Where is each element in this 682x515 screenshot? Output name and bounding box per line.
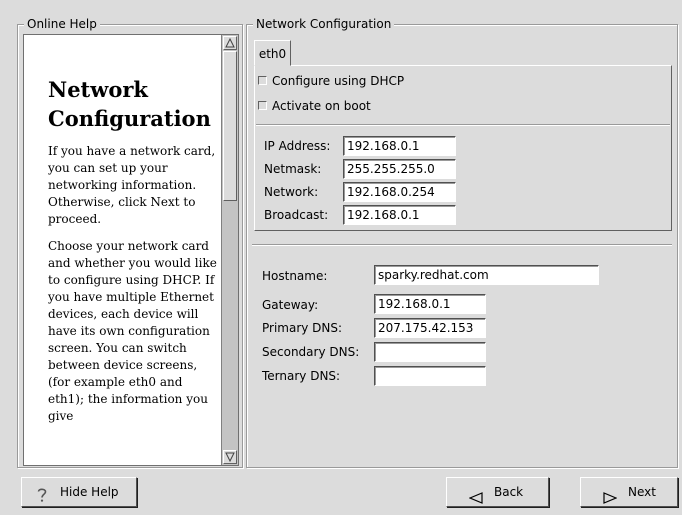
help-paragraph-1: If you have a network card, you can set … (48, 144, 216, 226)
help-scrollbar[interactable] (221, 35, 238, 465)
ip-address-field[interactable] (343, 136, 456, 156)
activate-label: Activate on boot (272, 99, 371, 113)
section-separator (252, 244, 672, 246)
ip-address-label: IP Address: (264, 139, 331, 153)
hostname-label: Hostname: (262, 269, 328, 283)
help-text-pane[interactable]: Network Configuration If you have a netw… (23, 34, 239, 466)
secondary-dns-field[interactable] (374, 342, 486, 362)
network-field[interactable] (343, 182, 456, 202)
primary-dns-field[interactable] (374, 318, 486, 338)
next-label: Next (628, 485, 656, 499)
secondary-dns-label: Secondary DNS: (262, 345, 360, 359)
dhcp-label: Configure using DHCP (272, 74, 405, 88)
scroll-down-arrow-icon[interactable] (223, 450, 237, 464)
network-label: Network: (264, 185, 319, 199)
help-paragraph-2: Choose your network card and whether you… (48, 239, 217, 423)
netmask-label: Netmask: (264, 162, 322, 176)
netmask-field[interactable] (343, 159, 456, 179)
ternary-dns-field[interactable] (374, 366, 486, 386)
dhcp-checkbox-row[interactable]: Configure using DHCP (258, 73, 404, 89)
dhcp-checkbox[interactable] (258, 76, 267, 85)
scroll-up-arrow-icon[interactable] (223, 36, 237, 50)
tab-eth0[interactable]: eth0 (254, 40, 291, 66)
next-button[interactable]: Next (580, 477, 678, 507)
hostname-field[interactable] (374, 265, 599, 285)
gateway-label: Gateway: (262, 298, 319, 312)
back-button[interactable]: Back (446, 477, 549, 507)
hide-help-button[interactable]: Hide Help (21, 477, 137, 507)
help-heading: Network Configuration (48, 77, 211, 131)
scrollbar-thumb[interactable] (223, 51, 237, 201)
ternary-dns-label: Ternary DNS: (262, 369, 341, 383)
gateway-field[interactable] (374, 294, 486, 314)
activate-on-boot-checkbox[interactable] (258, 101, 267, 110)
hide-help-label: Hide Help (60, 485, 119, 499)
activate-checkbox-row[interactable]: Activate on boot (258, 98, 371, 114)
broadcast-label: Broadcast: (264, 208, 329, 222)
broadcast-field[interactable] (343, 205, 456, 225)
network-config-title: Network Configuration (253, 17, 395, 31)
left-triangle-icon (468, 486, 483, 514)
help-content: Network Configuration If you have a netw… (24, 35, 220, 465)
tab-separator (256, 124, 670, 126)
right-triangle-icon (603, 486, 618, 514)
question-mark-icon (36, 485, 48, 513)
back-label: Back (494, 485, 524, 499)
online-help-title: Online Help (24, 17, 100, 31)
primary-dns-label: Primary DNS: (262, 321, 343, 335)
